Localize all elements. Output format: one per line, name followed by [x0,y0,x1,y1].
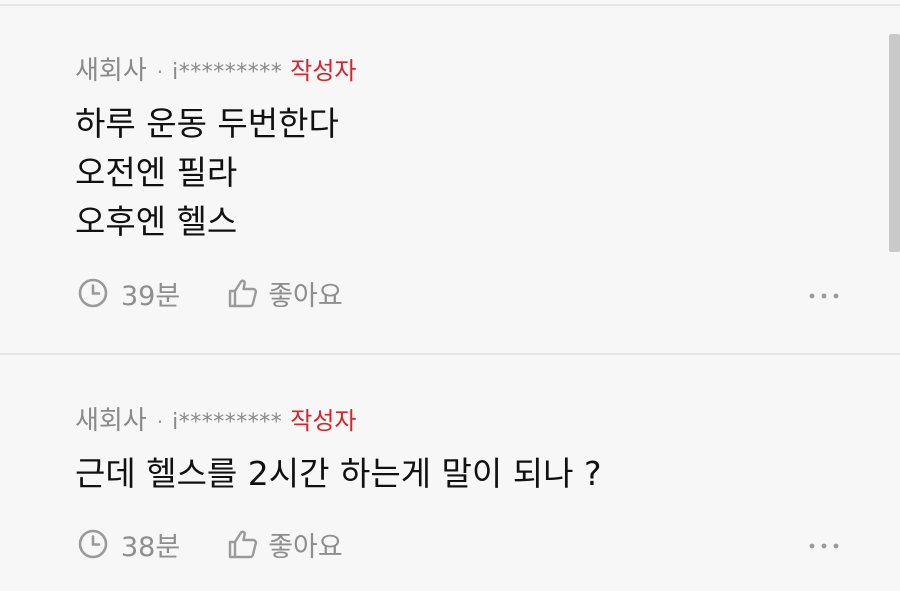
comment-user-id: i********* [172,60,283,85]
more-dots-icon [809,543,839,549]
comment-item: 새회사 · i********* 작성자 하루 운동 두번한다 오전엔 필라 오… [0,0,900,354]
more-dots-icon [809,293,839,299]
comment-time: 39분 [121,280,181,312]
like-button[interactable]: 좋아요 [226,525,343,564]
comment-thread: 새회사 · i********* 작성자 하루 운동 두번한다 오전엔 필라 오… [0,0,900,591]
clock-icon [77,277,109,309]
meta-separator: · [156,410,164,434]
like-label: 좋아요 [268,280,343,312]
thumbs-up-icon [226,276,260,310]
comment-body-line: 오전엔 필라 [75,153,238,192]
clock-icon [77,528,109,560]
like-label: 좋아요 [268,531,343,563]
scrollbar-thumb[interactable] [889,34,900,252]
meta-separator: · [156,60,164,84]
author-badge: 작성자 [290,57,357,85]
comment-body: 하루 운동 두번한다 오전엔 필라 오후엔 헬스 [75,99,339,246]
comment-nickname[interactable]: 새회사 [75,400,147,437]
comment-divider [0,353,900,355]
comment-body: 근데 헬스를 2시간 하는게 말이 되나 ? [75,449,602,498]
comment-nickname[interactable]: 새회사 [75,50,147,87]
comment-body-line: 하루 운동 두번한다 [75,104,339,143]
comment-meta: 새회사 · i********* 작성자 [75,400,357,437]
thumbs-up-icon [226,527,260,561]
comment-footer: 39분 좋아요 [77,273,343,313]
comment-body-line: 오후엔 헬스 [75,202,238,241]
comment-body-line: 근데 헬스를 2시간 하는게 말이 되나 ? [75,454,602,493]
more-options-button[interactable] [808,536,840,556]
comment-time: 38분 [121,531,181,563]
comment-user-id: i********* [172,410,283,435]
more-options-button[interactable] [808,286,840,306]
like-button[interactable]: 좋아요 [226,274,343,313]
author-badge: 작성자 [290,407,357,435]
comment-footer: 38분 좋아요 [77,524,343,564]
comment-meta: 새회사 · i********* 작성자 [75,50,357,87]
